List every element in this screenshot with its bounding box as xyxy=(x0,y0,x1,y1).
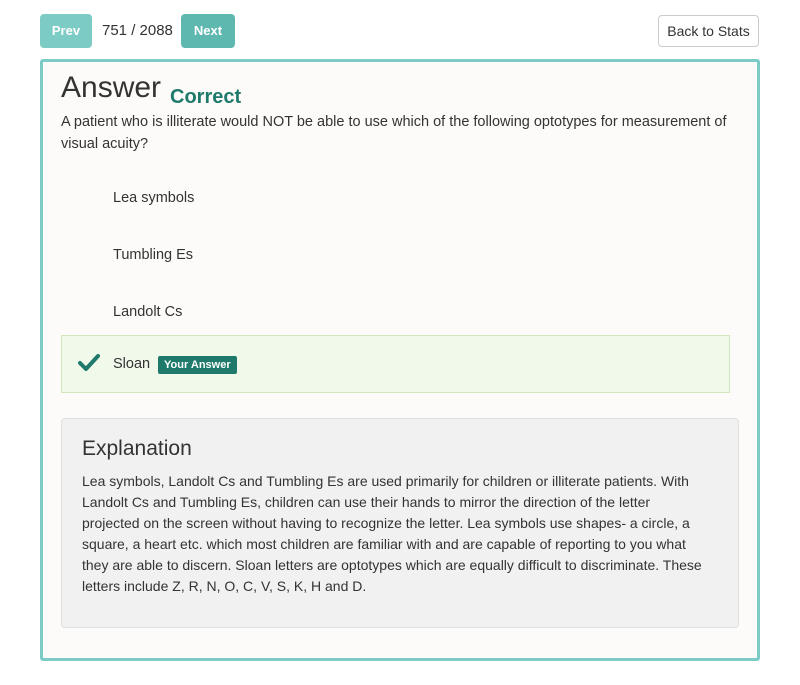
question-counter: 751 / 2088 xyxy=(102,22,173,39)
option-sloan-selected: Sloan Your Answer xyxy=(61,335,730,393)
explanation-panel: Explanation Lea symbols, Landolt Cs and … xyxy=(61,418,739,628)
check-icon xyxy=(78,354,100,371)
option-label: Landolt Cs xyxy=(113,304,183,320)
back-to-stats-button[interactable]: Back to Stats xyxy=(658,15,759,47)
option-label: Sloan xyxy=(113,356,151,372)
explanation-text: Lea symbols, Landolt Cs and Tumbling Es … xyxy=(82,473,702,594)
question-text: A patient who is illiterate would NOT be… xyxy=(61,114,727,152)
prev-button[interactable]: Prev xyxy=(40,14,92,48)
answer-card: Answer Correct A patient who is illitera… xyxy=(40,59,760,661)
answer-heading: Answer xyxy=(61,71,162,104)
option-label: Tumbling Es xyxy=(113,247,194,263)
next-button[interactable]: Next xyxy=(181,14,235,48)
explanation-title: Explanation xyxy=(82,437,192,460)
option-lea-symbols: Lea symbols xyxy=(61,169,730,227)
your-answer-badge: Your Answer xyxy=(158,356,237,374)
option-tumbling-es: Tumbling Es xyxy=(61,226,730,284)
option-label: Lea symbols xyxy=(113,190,195,206)
top-navigation: Prev 751 / 2088 Next Back to Stats xyxy=(0,0,800,58)
option-landolt-cs: Landolt Cs xyxy=(61,283,730,341)
result-status: Correct xyxy=(170,86,242,108)
